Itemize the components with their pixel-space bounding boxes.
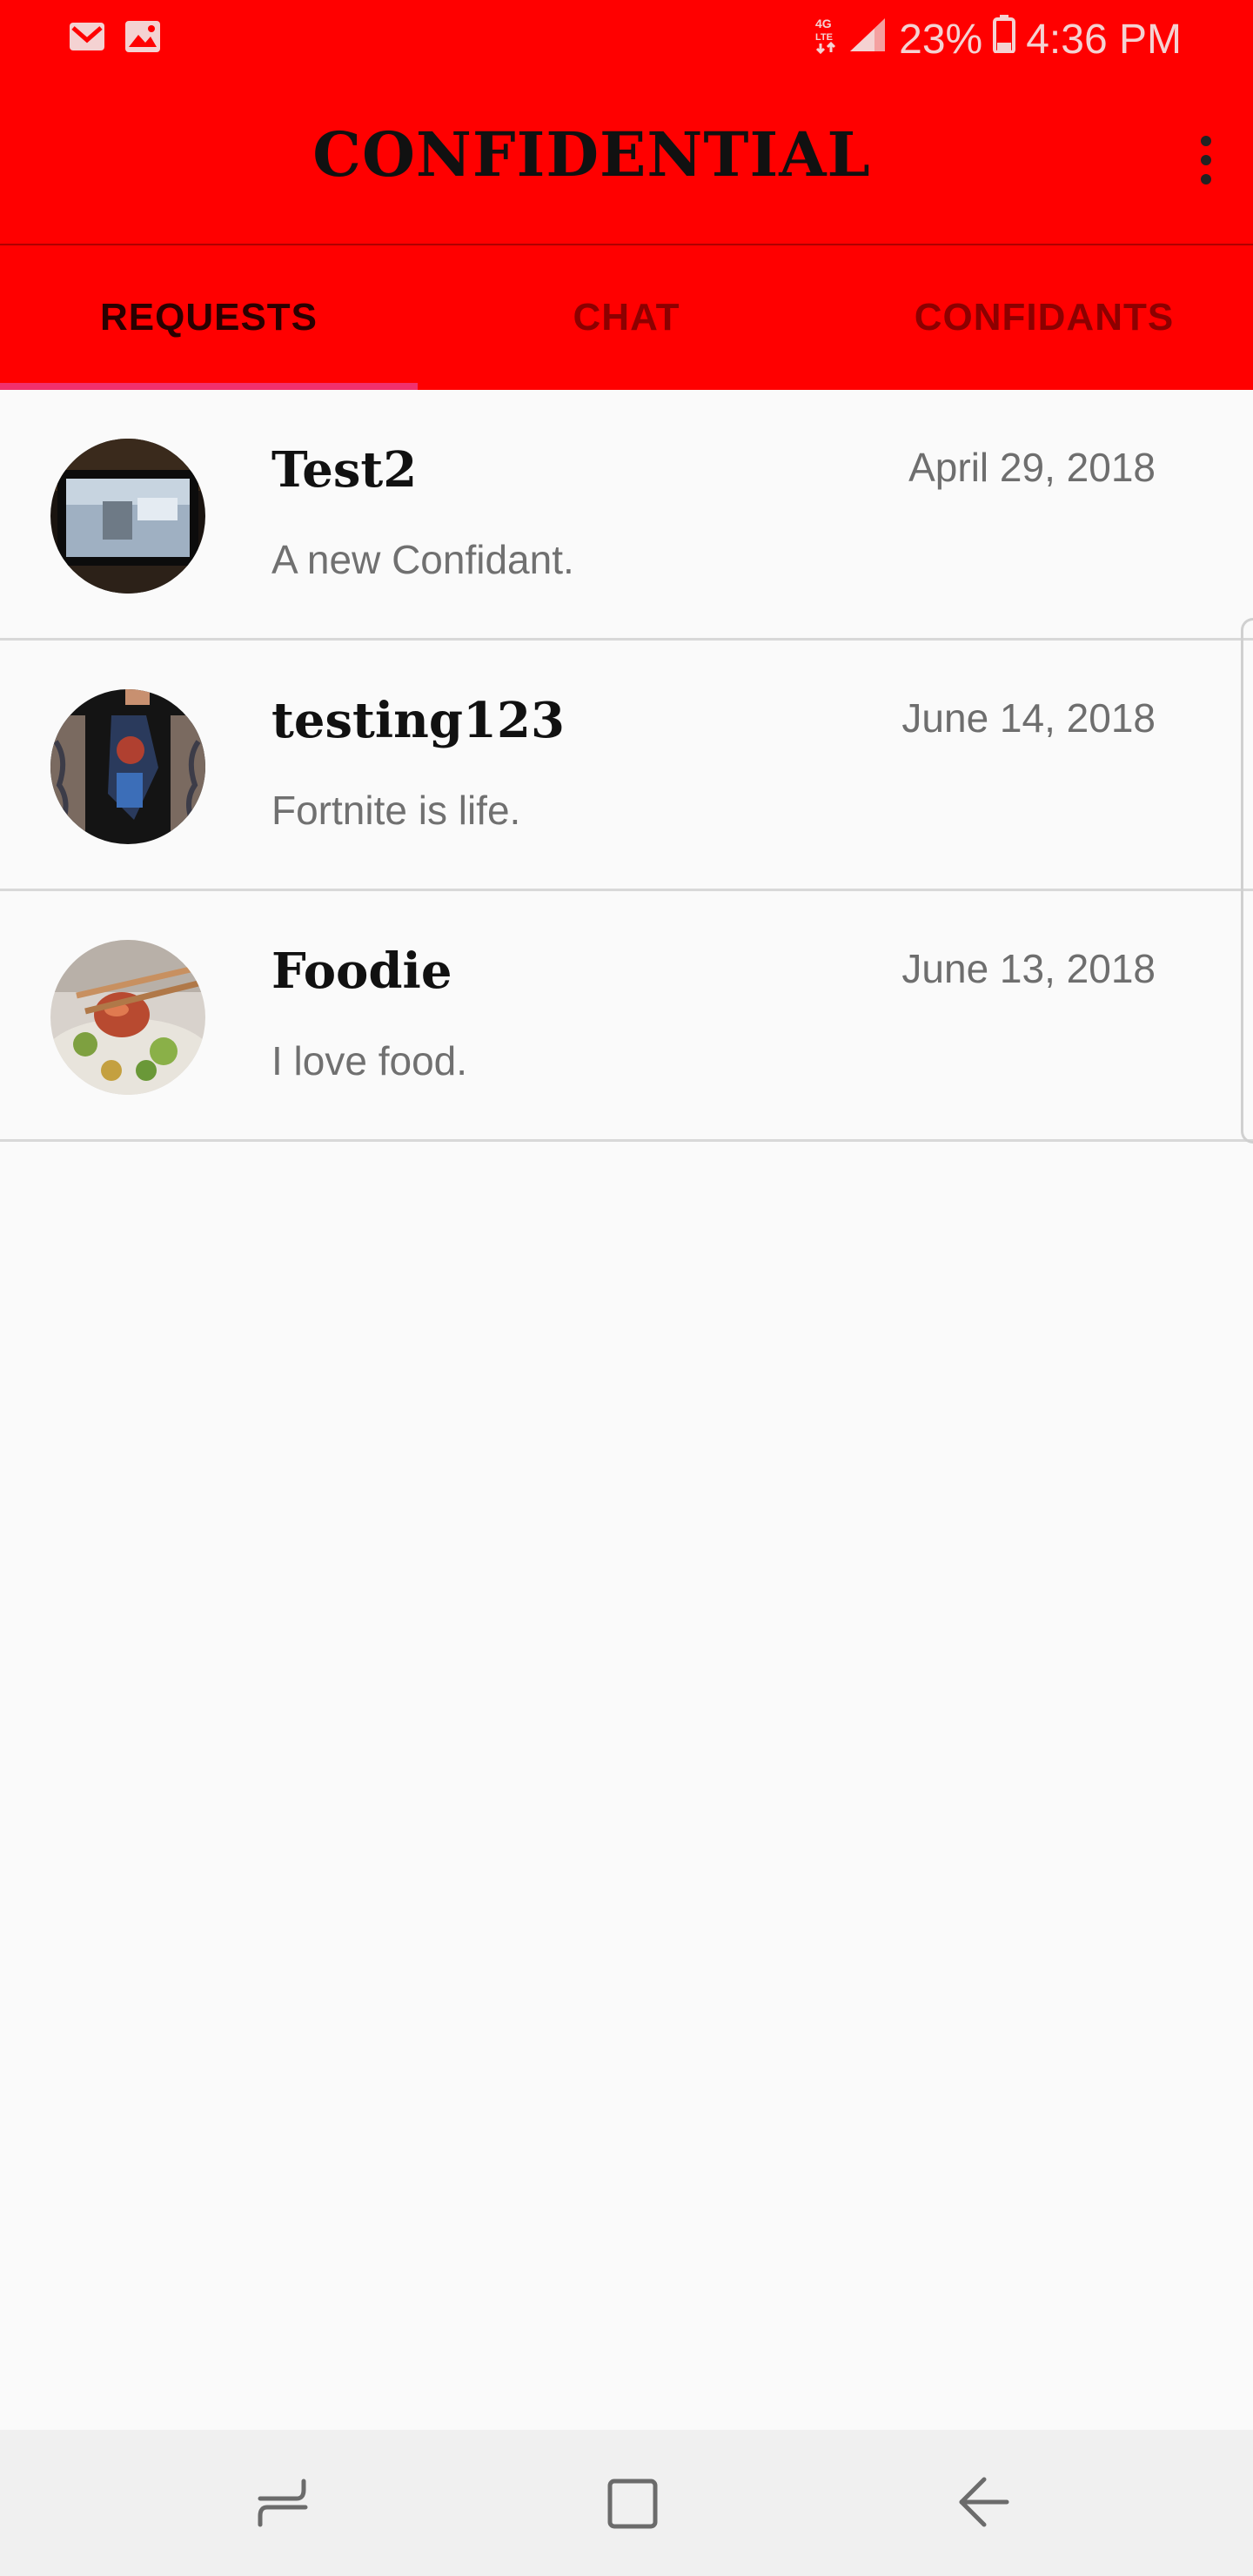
navigation-bar	[0, 2430, 1253, 2576]
request-message: I love food.	[271, 1038, 468, 1083]
request-date: June 14, 2018	[901, 695, 1156, 741]
status-indicators: 4G LTE 23% 4:36 PM	[814, 12, 1182, 67]
tab-requests[interactable]: REQUESTS	[0, 245, 418, 390]
recents-icon[interactable]	[240, 2459, 327, 2546]
svg-text:4G: 4G	[815, 17, 832, 30]
svg-text:LTE: LTE	[815, 32, 833, 43]
status-bar: 4G LTE 23% 4:36 PM	[0, 0, 1253, 77]
battery-icon	[993, 14, 1016, 66]
list-item[interactable]: testing123 June 14, 2018 Fortnite is lif…	[0, 641, 1253, 891]
request-message: A new Confidant.	[271, 537, 574, 582]
requests-list: Test2 April 29, 2018 A new Confidant. te…	[0, 390, 1253, 1142]
request-date: June 13, 2018	[901, 946, 1156, 991]
tab-label: CONFIDANTS	[914, 296, 1175, 339]
network-4g-lte-icon: 4G LTE	[814, 12, 838, 67]
request-name: Test2	[271, 441, 418, 499]
edge-panel-handle[interactable]	[1241, 618, 1253, 1144]
list-item[interactable]: Foodie June 13, 2018 I love food.	[0, 891, 1253, 1142]
request-name: testing123	[271, 692, 565, 749]
active-tab-indicator	[0, 383, 418, 390]
request-message: Fortnite is life.	[271, 788, 521, 833]
tab-label: REQUESTS	[99, 296, 318, 339]
gmail-icon	[68, 19, 106, 54]
tab-label: CHAT	[573, 296, 680, 339]
avatar[interactable]	[50, 439, 205, 594]
list-item[interactable]: Test2 April 29, 2018 A new Confidant.	[0, 390, 1253, 641]
tab-confidants[interactable]: CONFIDANTS	[835, 245, 1253, 390]
tab-bar: REQUESTS CHAT CONFIDANTS	[0, 244, 1253, 390]
clock: 4:36 PM	[1026, 16, 1182, 63]
battery-percent: 23%	[899, 16, 983, 63]
request-name: Foodie	[271, 943, 452, 1000]
home-icon[interactable]	[588, 2459, 675, 2546]
app-title: CONFIDENTIAL	[312, 118, 871, 191]
tab-chat[interactable]: CHAT	[418, 245, 835, 390]
request-date: April 29, 2018	[908, 445, 1156, 490]
avatar[interactable]	[50, 940, 205, 1095]
more-vert-icon[interactable]	[1182, 125, 1230, 195]
gallery-icon	[124, 19, 162, 54]
signal-icon	[848, 14, 888, 66]
back-icon[interactable]	[940, 2459, 1027, 2546]
avatar[interactable]	[50, 689, 205, 844]
app-bar: CONFIDENTIAL	[0, 77, 1253, 244]
notification-icons	[68, 19, 162, 54]
